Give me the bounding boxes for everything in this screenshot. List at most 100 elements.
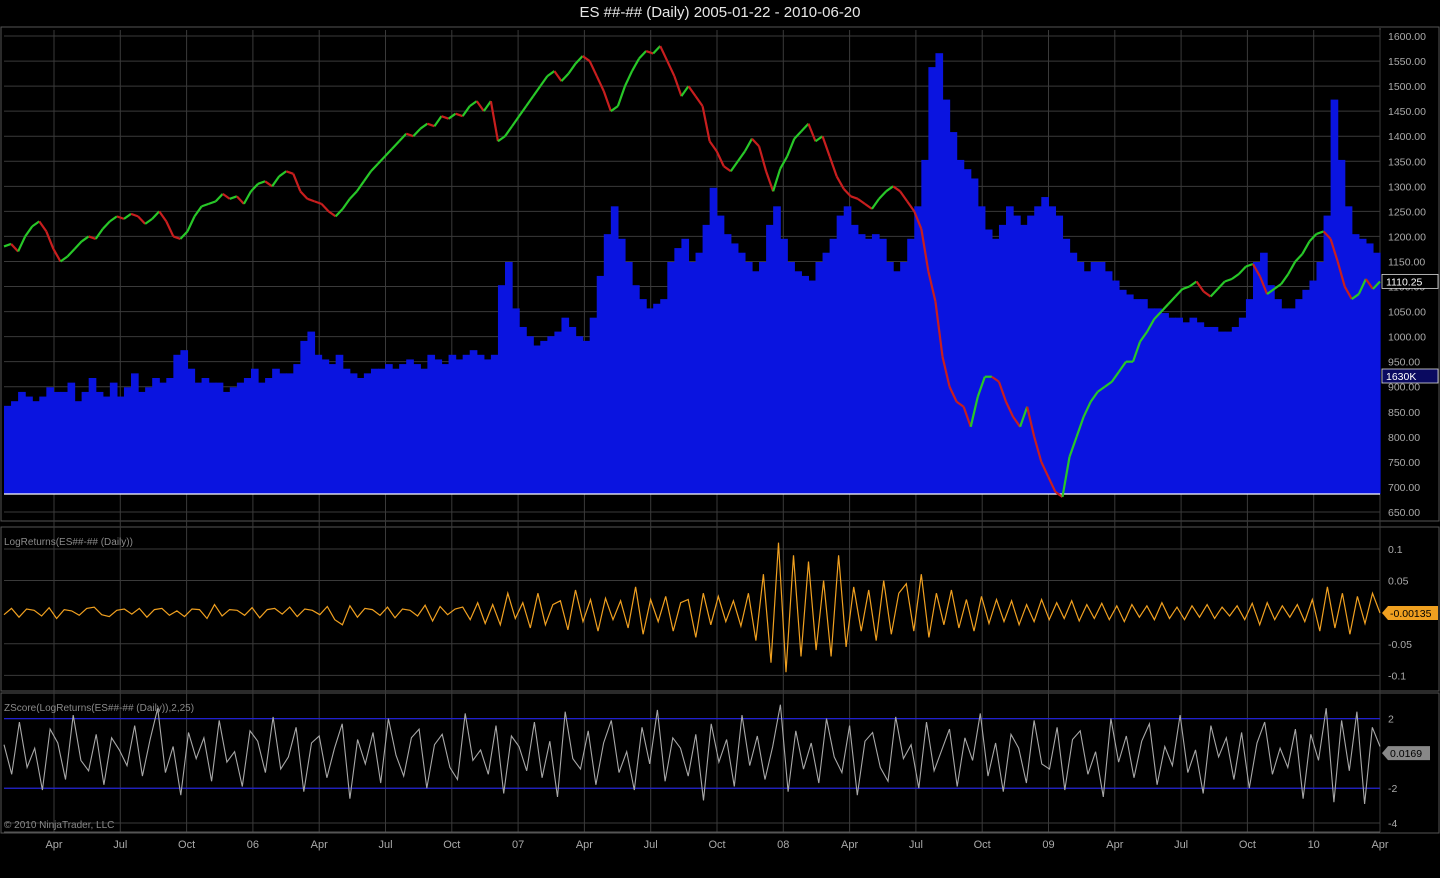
volume-bar — [370, 368, 379, 494]
volume-bar — [914, 206, 922, 494]
volume-bar — [81, 391, 90, 494]
volume-bar — [667, 262, 675, 494]
volume-bar — [166, 378, 174, 494]
volume-bar — [815, 262, 824, 494]
volume-bar — [596, 275, 605, 494]
volume-bar — [180, 350, 189, 494]
volume-bar — [977, 206, 986, 494]
price-segment — [885, 185, 894, 193]
volume-bar — [582, 340, 591, 494]
volume-bar — [1217, 331, 1226, 494]
zscore-last-value-tag: 0.0169 — [1382, 746, 1430, 761]
x-tick-label: Oct — [178, 839, 195, 851]
price-segment — [130, 212, 139, 218]
price-segment — [1301, 240, 1311, 255]
price-segment — [708, 140, 718, 152]
price-segment — [348, 190, 358, 200]
volume-bar — [1048, 206, 1057, 494]
volume-bar — [116, 396, 125, 494]
volume-bar — [279, 373, 287, 494]
volume-bar — [74, 401, 83, 494]
volume-bar — [1316, 262, 1325, 494]
chart-canvas[interactable]: Apr Jul Oct 06 Apr Jul Oct 07 Apr Jul Oct 08 Apr Jul O… — [0, 0, 1440, 878]
price-segment — [320, 203, 330, 213]
price-segment — [475, 100, 485, 112]
price-segment — [765, 170, 775, 192]
x-tick-label: Oct — [974, 839, 991, 851]
price-segment — [45, 231, 55, 250]
volume-bar — [1041, 197, 1049, 495]
volume-bar — [1020, 224, 1028, 494]
price-y-tick-label: 1500.00 — [1388, 81, 1426, 93]
volume-bar — [39, 396, 47, 494]
price-segment — [906, 200, 916, 213]
volume-bar — [1267, 285, 1275, 494]
price-segment — [715, 150, 725, 167]
copyright-text: © 2010 NinjaTrader, LLC — [4, 820, 115, 831]
volume-bar — [258, 382, 266, 494]
price-segment — [751, 137, 760, 147]
volume-bar — [808, 280, 817, 494]
volume-bar — [603, 234, 612, 494]
price-segment — [694, 95, 704, 107]
price-segment — [38, 220, 48, 233]
volume-bar — [11, 401, 19, 494]
volume-bar — [1238, 317, 1247, 494]
price-segment — [412, 127, 422, 137]
volume-bar — [1309, 280, 1318, 494]
price-segment — [588, 60, 598, 77]
price-y-tick-label: 1300.00 — [1388, 181, 1426, 193]
volume-bar — [194, 382, 203, 494]
volume-bar — [462, 354, 471, 494]
price-segment — [489, 100, 500, 142]
volume-bar — [272, 368, 280, 494]
volume-bar — [377, 368, 386, 494]
volume-bar — [744, 262, 753, 494]
price-segment — [137, 215, 146, 225]
price-segment — [659, 45, 669, 62]
volume-bar — [208, 382, 217, 494]
volume-bar — [1147, 308, 1155, 494]
volume-bar — [751, 271, 760, 494]
volume-bar — [766, 224, 774, 494]
x-tick-label: Jul — [378, 839, 392, 851]
volume-bar — [632, 285, 640, 494]
price-segment — [497, 135, 506, 143]
price-segment — [821, 135, 831, 157]
volume-bar — [399, 364, 407, 494]
volume-bar — [109, 382, 118, 494]
price-segment — [3, 242, 12, 248]
price-segment — [595, 75, 605, 92]
volume-bar — [660, 299, 668, 494]
price-segment — [208, 200, 217, 205]
price-segment — [814, 135, 824, 143]
volume-bar — [448, 354, 457, 494]
volume-bar — [138, 391, 146, 494]
zscore-y-tick-label: -4 — [1388, 818, 1397, 830]
volume-bar — [1027, 215, 1035, 494]
volume-bar — [674, 248, 683, 494]
price-y-tick-label: 800.00 — [1388, 432, 1420, 444]
price-segment — [786, 138, 796, 157]
price-segment — [807, 123, 817, 142]
price-segment — [59, 255, 69, 263]
volume-bar — [455, 359, 464, 494]
price-segment — [73, 240, 83, 250]
price-y-tick-label: 950.00 — [1388, 357, 1420, 369]
volume-bar — [1140, 299, 1148, 494]
price-segment — [433, 115, 443, 127]
price-y-tick-label: 1450.00 — [1388, 106, 1426, 118]
price-segment — [236, 195, 245, 205]
price-segment — [680, 85, 690, 97]
volume-bar — [1288, 308, 1296, 494]
price-segment — [631, 58, 641, 72]
volume-bar — [286, 373, 294, 494]
logreturns-last-value-text: -0.00135 — [1390, 608, 1432, 620]
zscore-y-tick-label: 2 — [1388, 714, 1394, 726]
x-tick-label: 09 — [1042, 839, 1054, 851]
price-segment — [616, 85, 627, 107]
price-segment — [793, 130, 803, 140]
volume-last-value-tag-text: 1630K — [1386, 371, 1416, 383]
volume-bar — [1069, 252, 1078, 494]
price-segment — [850, 195, 859, 200]
